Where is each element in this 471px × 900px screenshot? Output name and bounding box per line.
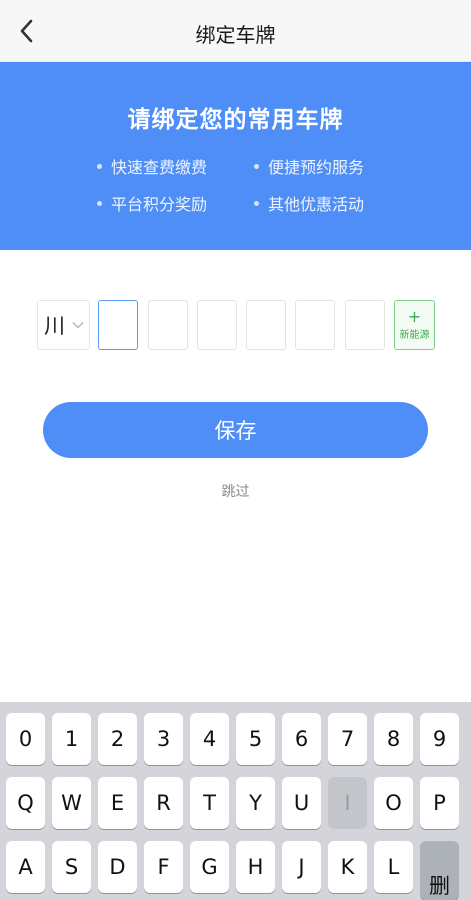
new-energy-label: 新能源	[399, 329, 430, 341]
key-k[interactable]: K	[328, 841, 367, 893]
key-f[interactable]: F	[144, 841, 183, 893]
benefit-label: 平台积分奖励	[111, 195, 208, 214]
key-y[interactable]: Y	[236, 777, 275, 829]
plate-char-4[interactable]	[246, 300, 286, 350]
plate-keyboard: 0 1 2 3 4 5 6 7 8 9 Q W E R T Y U I O P …	[0, 702, 471, 900]
page-title: 绑定车牌	[195, 23, 276, 47]
save-button[interactable]: 保存	[43, 402, 428, 458]
plus-icon: +	[407, 306, 422, 326]
key-o[interactable]: O	[374, 777, 413, 829]
key-p[interactable]: P	[420, 777, 459, 829]
key-4[interactable]: 4	[190, 713, 229, 765]
key-t[interactable]: T	[190, 777, 229, 829]
key-q[interactable]: Q	[6, 777, 45, 829]
province-selector[interactable]: 川	[37, 300, 90, 350]
key-i-disabled: I	[328, 777, 367, 829]
plate-char-2[interactable]	[148, 300, 188, 350]
delete-key[interactable]: 删	[420, 841, 459, 900]
plate-char-3[interactable]	[197, 300, 237, 350]
key-7[interactable]: 7	[328, 713, 367, 765]
key-s[interactable]: S	[52, 841, 91, 893]
key-3[interactable]: 3	[144, 713, 183, 765]
plate-input-row: 川 + 新能源	[0, 300, 471, 352]
plate-char-1[interactable]	[98, 300, 138, 350]
key-w[interactable]: W	[52, 777, 91, 829]
key-5[interactable]: 5	[236, 713, 275, 765]
promo-banner: 请绑定您的常用车牌 快速查费缴费 便捷预约服务 平台积分奖励 其他优惠活动	[0, 62, 471, 250]
plate-char-6[interactable]	[345, 300, 385, 350]
key-9[interactable]: 9	[420, 713, 459, 765]
key-h[interactable]: H	[236, 841, 275, 893]
skip-link[interactable]: 跳过	[0, 481, 471, 501]
benefit-label: 便捷预约服务	[268, 158, 365, 177]
benefit-item: 平台积分奖励	[97, 191, 207, 215]
key-a[interactable]: A	[6, 841, 45, 893]
key-0[interactable]: 0	[6, 713, 45, 765]
benefit-item: 其他优惠活动	[254, 191, 364, 215]
key-j[interactable]: J	[282, 841, 321, 893]
new-energy-button[interactable]: + 新能源	[394, 300, 435, 350]
bullet-dot	[254, 163, 259, 169]
key-e[interactable]: E	[98, 777, 137, 829]
province-value: 川	[44, 314, 65, 338]
plate-char-5[interactable]	[295, 300, 335, 350]
benefit-label: 其他优惠活动	[268, 195, 365, 214]
key-2[interactable]: 2	[98, 713, 137, 765]
key-1[interactable]: 1	[52, 713, 91, 765]
nav-bar: 绑定车牌	[0, 0, 471, 62]
key-8[interactable]: 8	[374, 713, 413, 765]
key-r[interactable]: R	[144, 777, 183, 829]
key-g[interactable]: G	[190, 841, 229, 893]
bullet-dot	[97, 163, 102, 169]
key-d[interactable]: D	[98, 841, 137, 893]
key-6[interactable]: 6	[282, 713, 321, 765]
bullet-dot	[97, 200, 102, 206]
benefit-label: 快速查费缴费	[111, 158, 208, 177]
benefit-item: 便捷预约服务	[254, 154, 364, 178]
benefit-item: 快速查费缴费	[97, 154, 207, 178]
key-l[interactable]: L	[374, 841, 413, 893]
banner-title: 请绑定您的常用车牌	[127, 107, 344, 133]
bullet-dot	[254, 200, 259, 206]
key-u[interactable]: U	[282, 777, 321, 829]
chevron-down-icon	[72, 322, 84, 329]
